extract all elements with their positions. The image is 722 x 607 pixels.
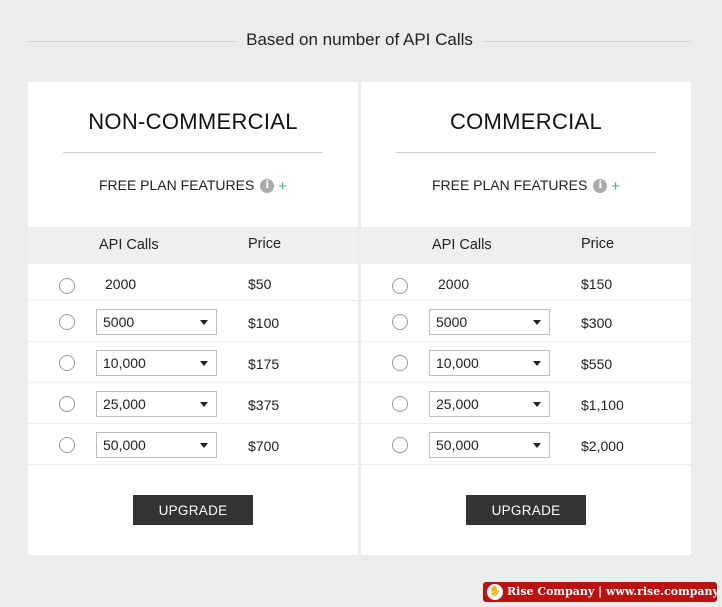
caret-down-icon xyxy=(533,402,541,407)
price-value: $175 xyxy=(248,356,280,372)
select-value: 25,000 xyxy=(103,396,146,412)
table-row: 50,000 $700 xyxy=(28,424,358,465)
plan-card-commercial: COMMERCIAL FREE PLAN FEATURES i + API Call… xyxy=(361,82,691,555)
info-icon[interactable]: i xyxy=(260,179,275,194)
caret-down-icon xyxy=(200,320,208,325)
table-row: 2000 $50 xyxy=(28,264,358,301)
select-value: 50,000 xyxy=(436,437,479,453)
caret-down-icon xyxy=(533,443,541,448)
api-calls-value: 2000 xyxy=(105,276,137,292)
price-value: $550 xyxy=(581,356,613,372)
table-row: 10,000 $550 xyxy=(361,342,691,383)
table-row: 25,000 $1,100 xyxy=(361,383,691,424)
caret-down-icon xyxy=(533,320,541,325)
plus-icon[interactable]: + xyxy=(611,178,620,195)
column-api-calls: API Calls xyxy=(432,237,492,253)
plan-title: COMMERCIAL xyxy=(449,109,603,134)
table-row: 25,000 $375 xyxy=(28,383,358,424)
features-label: FREE PLAN FEATURES xyxy=(431,177,588,193)
plan-radio[interactable] xyxy=(59,278,75,294)
table-row: 50,000 $2,000 xyxy=(361,424,691,465)
column-price: Price xyxy=(581,236,615,252)
upgrade-button[interactable]: UPGRADE xyxy=(466,495,586,525)
plan-radio[interactable] xyxy=(59,437,75,453)
plan-radio[interactable] xyxy=(392,278,408,294)
price-value: $100 xyxy=(248,315,280,331)
table-header: API Calls Price xyxy=(28,227,358,264)
plan-radio[interactable] xyxy=(392,314,408,330)
table-row: 2000 $150 xyxy=(361,264,691,301)
page-header: Based on number of API Calls xyxy=(28,28,691,56)
plan-divider xyxy=(396,152,656,153)
select-value: 10,000 xyxy=(103,355,146,371)
column-api-calls: API Calls xyxy=(99,237,159,253)
free-plan-features[interactable]: FREE PLAN FEATURES i + xyxy=(361,177,691,195)
upgrade-button[interactable]: UPGRADE xyxy=(133,495,253,525)
plan-card-non-commercial: NON-COMMERCIAL FREE PLAN FEATURES i + API … xyxy=(28,82,358,555)
column-price: Price xyxy=(248,236,282,252)
price-value: $150 xyxy=(581,276,613,292)
api-calls-select[interactable]: 25,000 xyxy=(96,391,217,417)
info-icon[interactable]: i xyxy=(593,179,608,194)
plan-radio[interactable] xyxy=(59,396,75,412)
price-value: $300 xyxy=(581,315,613,331)
plan-radio[interactable] xyxy=(392,396,408,412)
plus-icon[interactable]: + xyxy=(278,178,287,195)
watermark-badge: ✋ Rise Company | www.rise.company xyxy=(483,582,719,602)
caret-down-icon xyxy=(533,361,541,366)
features-label: FREE PLAN FEATURES xyxy=(98,177,255,193)
plan-title: NON-COMMERCIAL xyxy=(88,109,298,134)
select-value: 5000 xyxy=(436,314,468,330)
free-plan-features[interactable]: FREE PLAN FEATURES i + xyxy=(28,177,358,195)
price-value: $1,100 xyxy=(581,397,624,413)
table-row: 5000 $300 xyxy=(361,301,691,342)
caret-down-icon xyxy=(200,361,208,366)
page-title: Based on number of API Calls xyxy=(236,30,483,50)
api-calls-select[interactable]: 10,000 xyxy=(96,350,217,376)
table-header: API Calls Price xyxy=(361,227,691,264)
price-value: $50 xyxy=(248,276,272,292)
table-row: 10,000 $175 xyxy=(28,342,358,383)
hand-logo-icon: ✋ xyxy=(487,584,503,600)
select-value: 5000 xyxy=(103,314,135,330)
plan-radio[interactable] xyxy=(59,314,75,330)
api-calls-select[interactable]: 5000 xyxy=(429,309,550,335)
select-value: 25,000 xyxy=(436,396,479,412)
price-value: $700 xyxy=(248,438,280,454)
api-calls-select[interactable]: 5000 xyxy=(96,309,217,335)
caret-down-icon xyxy=(200,402,208,407)
api-calls-select[interactable]: 50,000 xyxy=(429,432,550,458)
plan-divider xyxy=(63,152,323,153)
caret-down-icon xyxy=(200,443,208,448)
plan-radio[interactable] xyxy=(59,355,75,371)
select-value: 50,000 xyxy=(103,437,146,453)
table-row: 5000 $100 xyxy=(28,301,358,342)
price-value: $375 xyxy=(248,397,280,413)
api-calls-select[interactable]: 50,000 xyxy=(96,432,217,458)
price-value: $2,000 xyxy=(581,438,624,454)
api-calls-select[interactable]: 10,000 xyxy=(429,350,550,376)
api-calls-select[interactable]: 25,000 xyxy=(429,391,550,417)
select-value: 10,000 xyxy=(436,355,479,371)
api-calls-value: 2000 xyxy=(438,276,470,292)
plan-radio[interactable] xyxy=(392,355,408,371)
plan-radio[interactable] xyxy=(392,437,408,453)
watermark-text: Rise Company | www.rise.company xyxy=(507,585,719,598)
